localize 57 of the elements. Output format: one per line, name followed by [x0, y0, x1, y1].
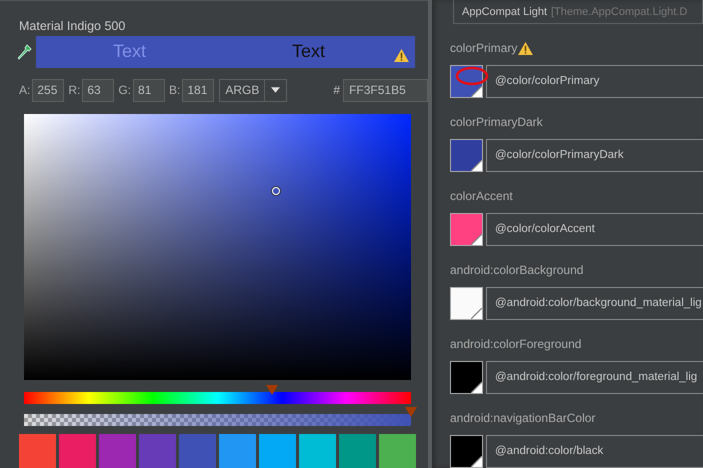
color-name-label: Material Indigo 500	[19, 19, 126, 34]
eyedropper-icon[interactable]	[18, 44, 32, 60]
channel-label: R:	[68, 83, 80, 98]
attribute-value-field[interactable]: @color/colorPrimaryDark	[486, 139, 703, 172]
caret-icon	[271, 87, 280, 94]
warning-icon	[518, 42, 534, 55]
color-swatch[interactable]	[299, 434, 336, 468]
color-swatch[interactable]	[99, 434, 136, 468]
attribute-value-field[interactable]: @color/colorPrimary	[486, 65, 703, 98]
corner-fold-icon	[471, 234, 482, 245]
attribute-value-field[interactable]: @android:color/foreground_material_lig	[486, 361, 703, 394]
corner-fold-icon	[471, 160, 482, 171]
corner-fold-icon	[471, 86, 482, 97]
color-swatch[interactable]	[379, 434, 416, 468]
color-swatch[interactable]	[450, 139, 483, 172]
sample-text: Text	[113, 41, 146, 62]
channel-label: G:	[118, 83, 132, 98]
warning-icon	[394, 48, 409, 62]
mode-dropdown[interactable]: ARGB	[219, 78, 288, 102]
corner-fold-icon	[471, 382, 482, 393]
attribute-label: android:navigationBarColor	[450, 411, 596, 425]
attribute-label: colorAccent	[450, 189, 513, 203]
color-swatch[interactable]	[450, 287, 483, 320]
attribute-label: colorPrimary	[450, 41, 518, 55]
color-swatch[interactable]	[450, 435, 483, 468]
picker-handle[interactable]	[272, 187, 280, 196]
channel-label: B:	[169, 83, 180, 98]
color-swatch[interactable]	[19, 434, 56, 468]
hex-label: #	[333, 83, 340, 98]
sample-text: Text	[292, 41, 326, 62]
color-swatch[interactable]	[450, 361, 483, 394]
channel-field[interactable]: 255	[32, 78, 64, 102]
attribute-value-field[interactable]: @android:color/black	[486, 435, 703, 468]
corner-fold-icon	[471, 456, 482, 467]
color-swatch[interactable]	[450, 213, 483, 246]
channel-label: A:	[19, 83, 30, 98]
annotation-circle	[454, 65, 490, 87]
corner-fold-icon	[471, 308, 482, 319]
attribute-label: android:colorBackground	[450, 263, 584, 277]
color-swatch[interactable]	[179, 434, 216, 468]
color-swatch[interactable]	[259, 434, 296, 468]
theme-name: AppCompat Light	[462, 6, 547, 18]
channel-field[interactable]: 63	[82, 78, 114, 102]
color-swatch[interactable]	[339, 434, 376, 468]
color-swatch[interactable]	[219, 434, 256, 468]
attribute-label: android:colorForeground	[450, 337, 582, 351]
saturation-brightness-area[interactable]	[24, 114, 411, 380]
channel-field[interactable]: 181	[182, 78, 214, 102]
channel-field[interactable]: 81	[133, 78, 166, 102]
attribute-value-field[interactable]: @android:color/background_material_lig	[486, 287, 703, 320]
attribute-label: colorPrimaryDark	[450, 115, 543, 129]
hex-field[interactable]: FF3F51B5	[343, 78, 428, 102]
theme-field[interactable]: AppCompat Light [Theme.AppCompat.Light.D	[453, 0, 703, 24]
attribute-value-field[interactable]: @color/colorAccent	[486, 213, 703, 246]
theme-parent: [Theme.AppCompat.Light.D	[551, 6, 688, 18]
color-swatch[interactable]	[59, 434, 96, 468]
color-swatch[interactable]	[139, 434, 176, 468]
